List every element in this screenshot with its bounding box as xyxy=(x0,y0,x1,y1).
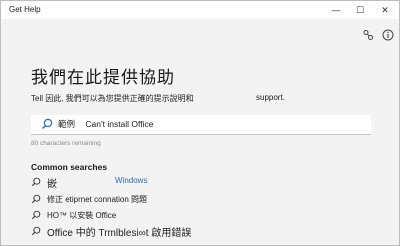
people-connect-icon[interactable] xyxy=(361,28,375,42)
search-icon xyxy=(31,210,41,220)
app-title: Get Help xyxy=(9,5,41,14)
search-box[interactable]: 範例 Can't install Office xyxy=(31,115,371,135)
page-subtitle: Tell 因此, 我們可以為您提供正確的提示說明和 support. xyxy=(31,93,285,104)
search-icon xyxy=(31,194,41,204)
search-value: Can't install Office xyxy=(85,119,154,129)
search-label: 範例 xyxy=(58,119,76,129)
search-icon xyxy=(42,118,53,129)
common-searches-title: Common searches xyxy=(31,162,108,172)
subtitle-support-text: support. xyxy=(256,93,285,102)
common-search-label[interactable]: HO™ 以安裝 Office xyxy=(47,210,116,221)
search-input[interactable]: 範例 Can't install Office xyxy=(58,116,363,132)
subtitle-text: Tell 因此, 我們可以為您提供正確的提示說明和 xyxy=(31,94,194,103)
maximize-button[interactable]: ☐ xyxy=(347,1,373,19)
common-search-item[interactable]: 修正 etiprnet connation 問題 xyxy=(31,192,147,206)
common-search-label[interactable]: Office 中的 Trmlblesi∞t 啟用錯誤 xyxy=(47,224,191,239)
close-button[interactable]: ✕ xyxy=(372,1,398,19)
search-icon xyxy=(31,226,41,236)
title-bar: Get Help — ☐ ✕ xyxy=(1,1,399,19)
common-search-item[interactable]: Office 中的 Trmlblesi∞t 啟用錯誤 xyxy=(31,224,191,239)
windows-link[interactable]: Windows xyxy=(115,176,147,185)
common-search-item[interactable]: 嵌 Windows xyxy=(31,175,147,190)
minimize-button[interactable]: — xyxy=(323,1,349,19)
get-help-window: Get Help — ☐ ✕ 我們在此提供協助 Tell 因此, 我們可以為您提… xyxy=(0,0,400,246)
common-search-item[interactable]: HO™ 以安裝 Office xyxy=(31,208,116,222)
page-title: 我們在此提供協助 xyxy=(31,68,175,87)
common-search-label[interactable]: 修正 etiprnet connation 問題 xyxy=(47,194,147,205)
search-icon xyxy=(31,177,41,187)
common-search-label[interactable]: 嵌 xyxy=(47,175,57,190)
character-count: 80 characters remaining xyxy=(31,140,101,147)
info-icon[interactable] xyxy=(381,28,395,42)
